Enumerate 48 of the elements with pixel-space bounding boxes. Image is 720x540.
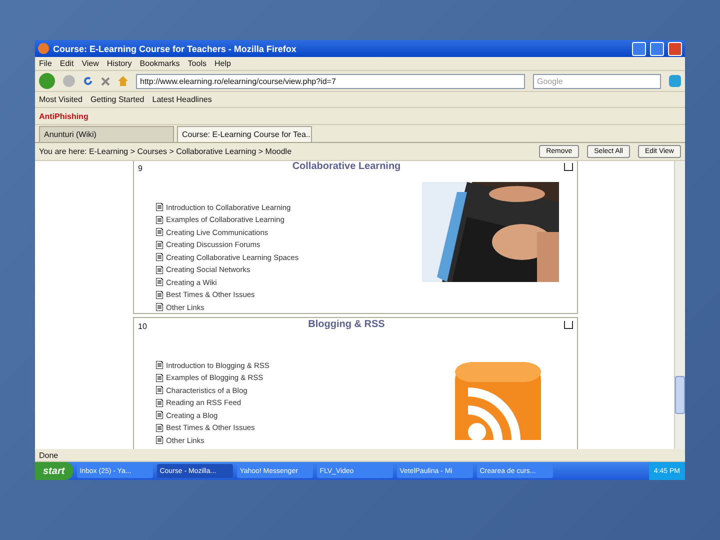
- section-number: 10: [137, 321, 148, 333]
- section-title: Blogging & RSS: [308, 319, 385, 330]
- section-title: Collaborative Learning: [292, 161, 401, 172]
- document-icon: [156, 361, 163, 369]
- section-number: 9: [137, 163, 144, 175]
- document-icon: [156, 398, 163, 406]
- reload-icon[interactable]: [83, 76, 93, 86]
- menu-item[interactable]: Help: [214, 59, 231, 68]
- menu-item[interactable]: File: [39, 59, 52, 68]
- menu-item[interactable]: History: [106, 59, 132, 68]
- menu-item[interactable]: Bookmarks: [140, 59, 180, 68]
- browser-tab[interactable]: Course: E-Learning Course for Tea...: [177, 126, 312, 142]
- document-icon: [156, 374, 163, 382]
- document-icon: [156, 386, 163, 394]
- close-button[interactable]: [668, 42, 682, 56]
- document-icon: [156, 424, 163, 432]
- bookmark-link[interactable]: Getting Started: [90, 95, 144, 104]
- address-field[interactable]: http://www.elearning.ro/elearning/course/view.php?id=7: [136, 74, 525, 88]
- document-icon: [156, 290, 163, 298]
- bookmark-link[interactable]: Most Visited: [39, 95, 82, 104]
- document-icon: [156, 436, 163, 444]
- document-icon: [156, 278, 163, 286]
- start-button[interactable]: start: [35, 462, 73, 480]
- document-icon: [156, 253, 163, 261]
- bookmark-link[interactable]: Latest Headlines: [152, 95, 212, 104]
- minimize-button[interactable]: [632, 42, 646, 56]
- menu-item[interactable]: View: [82, 59, 99, 68]
- document-icon: [156, 228, 163, 236]
- document-icon: [156, 303, 163, 311]
- status-text: Done: [39, 450, 58, 460]
- back-button[interactable]: [39, 73, 55, 89]
- menu-item[interactable]: Edit: [60, 59, 74, 68]
- document-icon: [156, 216, 163, 224]
- browser-tab[interactable]: Anunturi (Wiki): [39, 126, 174, 142]
- document-icon: [156, 266, 163, 274]
- highlight-icon[interactable]: [564, 163, 573, 171]
- maximize-button[interactable]: [650, 42, 664, 56]
- document-icon: [156, 203, 163, 211]
- document-icon: [156, 240, 163, 248]
- antiphishing-button[interactable]: AntiPhishing: [39, 112, 88, 120]
- rss-icon: [453, 360, 543, 440]
- document-icon: [156, 411, 163, 419]
- menu-item[interactable]: Tools: [188, 59, 206, 68]
- stop-icon[interactable]: [101, 76, 110, 86]
- breadcrumb-text: You are here: E-Learning > Courses > Collaborative Learning > Moodle: [39, 147, 293, 156]
- window-title: Course: E-Learning Course for Teachers - Mozilla Firefox: [53, 44, 298, 54]
- scrollbar[interactable]: [674, 161, 685, 449]
- highlight-icon[interactable]: [564, 321, 573, 329]
